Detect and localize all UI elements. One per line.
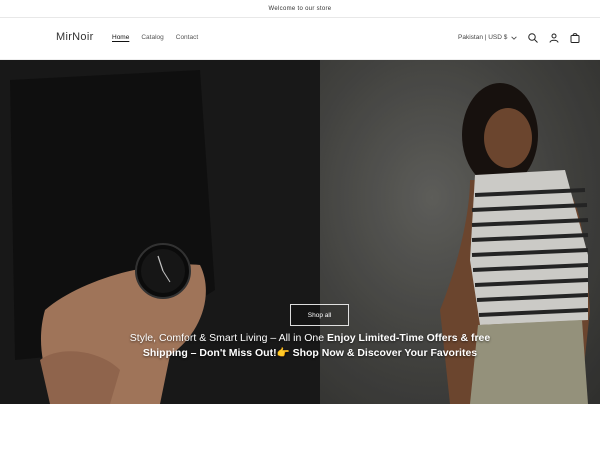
nav-link-catalog[interactable]: Catalog (141, 34, 163, 41)
shop-all-button[interactable]: Shop all (290, 304, 349, 326)
nav-link-home[interactable]: Home (112, 34, 129, 41)
main-nav: Home Catalog Contact (112, 34, 198, 41)
nav-link-contact[interactable]: Contact (176, 34, 198, 41)
country-currency-selector[interactable]: Pakistan | USD $ (458, 34, 518, 41)
hero-tagline: Style, Comfort & Smart Living – All in O… (110, 331, 510, 361)
chevron-down-icon (511, 36, 518, 40)
locale-label: Pakistan | USD $ (458, 34, 508, 41)
hero-tagline-part3: Shop Now & Discover Your Favorites (289, 347, 478, 359)
account-icon[interactable] (548, 32, 560, 44)
pointing-hand-emoji: 👉 (276, 347, 290, 359)
content-section (0, 404, 600, 450)
announcement-text: Welcome to our store (268, 5, 332, 12)
announcement-bar: Welcome to our store (0, 0, 600, 18)
site-header: MirNoir Home Catalog Contact Pakistan | … (0, 18, 600, 60)
cart-icon[interactable] (569, 32, 581, 44)
store-logo[interactable]: MirNoir (56, 31, 94, 43)
hero-tagline-part1: Style, Comfort & Smart Living – All in O… (129, 332, 328, 344)
search-icon[interactable] (527, 32, 539, 44)
